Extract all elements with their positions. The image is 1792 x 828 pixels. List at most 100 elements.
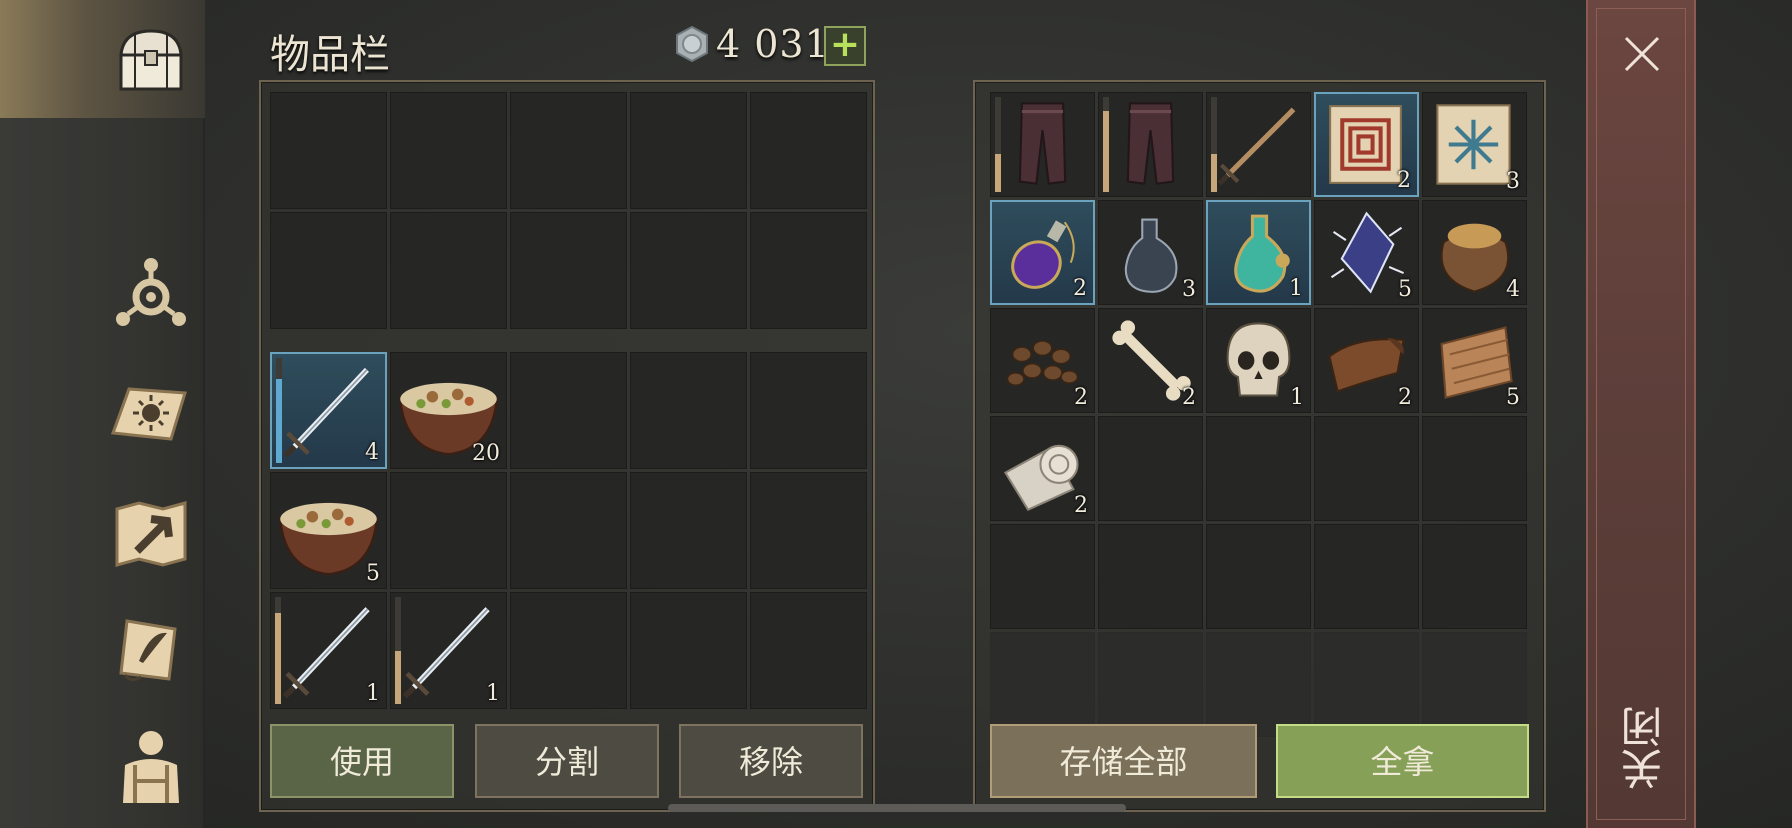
storage-slot[interactable] [1422,632,1527,737]
inventory-slot[interactable]: 20 [390,352,507,469]
storage-slot[interactable]: 4 [1422,200,1527,305]
sword-plain-icon [1217,107,1296,186]
inventory-grid: 4 20 5 1 1 [270,352,867,709]
silver-coin-icon [676,26,708,62]
inventory-slot[interactable] [390,92,507,209]
close-panel-frame [1596,8,1686,820]
chest-icon[interactable] [108,18,194,104]
map-icon[interactable] [108,490,194,576]
inventory-slot[interactable] [750,212,867,329]
inventory-slot[interactable] [630,472,747,589]
close-icon[interactable] [1620,32,1664,76]
storage-slot[interactable] [1314,416,1419,521]
pants-icon [1018,102,1067,185]
storage-slot[interactable] [1098,416,1203,521]
inventory-slot[interactable]: 5 [270,472,387,589]
item-quantity: 1 [366,681,380,706]
inventory-slot[interactable] [510,212,627,329]
sun-book-icon[interactable] [106,370,192,456]
storage-slot[interactable]: 3 [1422,92,1527,197]
storage-slot[interactable] [1206,92,1311,197]
storage-slot[interactable]: 3 [1098,200,1203,305]
storage-slot[interactable]: 5 [1314,200,1419,305]
storage-slot[interactable] [990,524,1095,629]
use-button[interactable]: 使用 [270,724,454,798]
inventory-slot[interactable] [510,352,627,469]
item-quantity: 2 [1073,276,1087,301]
durability-bar [1211,154,1217,192]
add-coin-button[interactable]: + [824,26,866,66]
item-quantity: 1 [486,681,500,706]
storage-slot[interactable] [1314,632,1419,737]
storage-slot[interactable] [1314,524,1419,629]
item-quantity: 2 [1398,385,1412,410]
inventory-slot[interactable] [750,592,867,709]
storage-slot[interactable]: 5 [1422,308,1527,413]
item-quantity: 3 [1182,277,1196,302]
take-all-button[interactable]: 全拿 [1276,724,1529,798]
storage-slot[interactable] [1206,524,1311,629]
inventory-slot[interactable] [270,212,387,329]
storage-slot[interactable] [990,92,1095,197]
storage-slot[interactable] [1098,524,1203,629]
storage-slot[interactable]: 1 [1206,200,1311,305]
storage-slot[interactable]: 1 [1206,308,1311,413]
inventory-locked-grid [270,92,867,329]
storage-slot[interactable]: 2 [1314,92,1419,197]
durability-bar [275,613,281,704]
storage-slot[interactable] [1206,632,1311,737]
item-quantity: 5 [1506,385,1520,410]
inventory-slot[interactable] [630,92,747,209]
storage-grid: 2 3 2 3 1 5 4 2 2 1 2 5 2 [990,92,1527,737]
item-quantity: 20 [472,441,500,466]
page-title: 物品栏 [270,32,390,78]
inventory-slot[interactable] [510,592,627,709]
item-quantity: 5 [366,561,380,586]
inventory-slot[interactable] [510,92,627,209]
item-quantity: 1 [1289,276,1303,301]
character-icon[interactable] [108,722,194,808]
item-quantity: 2 [1074,385,1088,410]
storage-slot[interactable] [1422,416,1527,521]
item-quantity: 2 [1074,493,1088,518]
crafting-icon[interactable] [108,250,194,336]
storage-slot[interactable] [1098,632,1203,737]
quest-scroll-icon[interactable] [108,608,194,694]
close-panel-button[interactable]: 关闭 [1586,0,1696,828]
storage-slot[interactable] [1206,416,1311,521]
item-quantity: 5 [1398,277,1412,302]
storage-slot[interactable] [1098,92,1203,197]
store-all-button[interactable]: 存储全部 [990,724,1257,798]
inventory-slot[interactable]: 4 [270,352,387,469]
split-button[interactable]: 分割 [475,724,659,798]
durability-bar [276,379,282,463]
inventory-slot[interactable] [270,92,387,209]
inventory-slot[interactable]: 1 [390,592,507,709]
pants-icon [1126,102,1175,185]
inventory-slot[interactable] [750,472,867,589]
close-label: 关闭 [1620,706,1669,790]
remove-button[interactable]: 移除 [679,724,863,798]
durability-bar [1103,111,1109,192]
storage-slot[interactable] [990,632,1095,737]
inventory-slot[interactable] [390,472,507,589]
item-quantity: 1 [1290,385,1304,410]
inventory-slot[interactable] [750,92,867,209]
scroll-indicator[interactable] [668,804,1126,812]
durability-bar [995,154,1001,192]
storage-slot[interactable]: 2 [1314,308,1419,413]
storage-slot[interactable] [1422,524,1527,629]
inventory-slot[interactable]: 1 [270,592,387,709]
inventory-slot[interactable] [390,212,507,329]
item-quantity: 3 [1506,169,1520,194]
coin-amount: 4 031 [716,22,830,66]
storage-slot[interactable]: 2 [990,416,1095,521]
inventory-slot[interactable] [630,212,747,329]
storage-slot[interactable]: 2 [1098,308,1203,413]
storage-slot[interactable]: 2 [990,200,1095,305]
inventory-slot[interactable] [750,352,867,469]
inventory-slot[interactable] [630,592,747,709]
storage-slot[interactable]: 2 [990,308,1095,413]
inventory-slot[interactable] [510,472,627,589]
inventory-slot[interactable] [630,352,747,469]
